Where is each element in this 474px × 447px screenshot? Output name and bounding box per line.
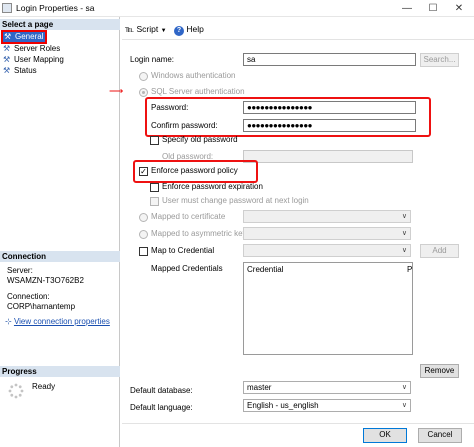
- chevron-down-icon: ∨: [401, 230, 407, 237]
- credential-select[interactable]: ∨: [243, 244, 411, 257]
- windows-auth-radio[interactable]: [139, 72, 148, 81]
- script-button[interactable]: ℡ Script ▼: [125, 24, 167, 37]
- server-label: Server:: [7, 266, 33, 275]
- map-credential-label: Map to Credential: [151, 246, 215, 255]
- chevron-down-icon[interactable]: ▼: [161, 28, 167, 34]
- chevron-down-icon: ∨: [401, 384, 407, 391]
- specify-old-password-label: Specify old password: [162, 135, 238, 144]
- default-database-select[interactable]: master ∨: [243, 381, 411, 394]
- default-language-select[interactable]: English - us_english ∨: [243, 399, 411, 412]
- enforce-policy-checkbox[interactable]: ✓: [139, 167, 148, 176]
- mapped-cert-radio[interactable]: [139, 213, 148, 222]
- page-server-roles[interactable]: ⚒ Server Roles: [3, 43, 60, 54]
- wrench-icon: ⚒: [4, 31, 12, 41]
- search-button[interactable]: Search...: [420, 53, 459, 67]
- certificate-select[interactable]: ∨: [243, 210, 411, 223]
- wrench-icon: ⚒: [3, 43, 11, 53]
- help-button[interactable]: ? Help: [174, 24, 204, 36]
- mapped-credentials-table[interactable]: Credential P: [243, 262, 413, 355]
- specify-old-password-checkbox[interactable]: [150, 136, 159, 145]
- add-button[interactable]: Add: [420, 244, 459, 258]
- connection-value: CORP\harnantemp: [7, 302, 76, 311]
- mapped-asym-radio[interactable]: [139, 230, 148, 239]
- select-page-header: Select a page: [0, 19, 120, 30]
- default-language-label: Default language:: [130, 403, 193, 412]
- page-status[interactable]: ⚒ Status: [3, 65, 37, 76]
- confirm-password-input[interactable]: ●●●●●●●●●●●●●●●: [243, 119, 416, 132]
- chevron-down-icon: ∨: [401, 247, 407, 254]
- progress-header: Progress: [0, 366, 120, 377]
- help-icon: ?: [174, 26, 184, 36]
- divider: [122, 423, 474, 424]
- toolbar: ℡ Script ▼ ? Help: [122, 20, 474, 40]
- chevron-down-icon: ∨: [401, 213, 407, 220]
- confirm-password-label: Confirm password:: [151, 121, 218, 130]
- enforce-expiration-label: Enforce password expiration: [162, 182, 263, 191]
- asymmetric-key-select[interactable]: ∨: [243, 227, 411, 240]
- connection-label: Connection:: [7, 292, 50, 301]
- login-name-input[interactable]: sa: [243, 53, 416, 66]
- windows-auth-label: Windows authentication: [151, 71, 236, 80]
- sql-auth-label: SQL Server authentication: [151, 87, 245, 96]
- wrench-icon: ⚒: [3, 54, 11, 64]
- mapped-asym-label: Mapped to asymmetric key: [151, 229, 247, 238]
- page-user-mapping[interactable]: ⚒ User Mapping: [3, 54, 64, 65]
- must-change-checkbox[interactable]: [150, 197, 159, 206]
- default-database-label: Default database:: [130, 386, 193, 395]
- minimize-button[interactable]: —: [394, 0, 420, 17]
- connection-header: Connection: [0, 251, 120, 262]
- red-arrow-icon: ⟶: [109, 86, 124, 97]
- server-value: WSAMZN-T3O762B2: [7, 276, 84, 285]
- old-password-input[interactable]: [243, 150, 413, 163]
- credential-column-header: Credential: [247, 265, 284, 274]
- script-icon: ℡: [125, 24, 135, 34]
- password-label: Password:: [151, 103, 189, 112]
- progress-status: Ready: [32, 382, 56, 391]
- window-title: Login Properties - sa: [16, 3, 95, 13]
- maximize-button[interactable]: ☐: [420, 0, 446, 17]
- title-bar: Login Properties - sa — ☐ ✕: [0, 0, 474, 17]
- progress-spinner-icon: [8, 383, 24, 399]
- login-name-label: Login name:: [130, 55, 175, 64]
- remove-button[interactable]: Remove: [420, 364, 459, 378]
- mapped-cert-label: Mapped to certificate: [151, 212, 226, 221]
- app-icon: [2, 3, 12, 13]
- password-input[interactable]: ●●●●●●●●●●●●●●●: [243, 101, 416, 114]
- left-pane: Select a page ⚒ General ⚒ Server Roles ⚒ Us…: [0, 17, 120, 447]
- must-change-label: User must change password at next login: [162, 196, 309, 205]
- connection-properties-icon: ⊹: [5, 317, 12, 326]
- provider-column-header: P: [407, 265, 413, 274]
- view-connection-properties[interactable]: ⊹ View connection properties: [5, 317, 110, 327]
- enforce-policy-label: Enforce password policy: [151, 166, 238, 175]
- wrench-icon: ⚒: [3, 65, 11, 75]
- page-general[interactable]: ⚒ General: [1, 30, 48, 44]
- enforce-expiration-checkbox[interactable]: [150, 183, 159, 192]
- cancel-button[interactable]: Cancel: [418, 428, 462, 443]
- ok-button[interactable]: OK: [363, 428, 407, 443]
- sql-auth-radio[interactable]: [139, 88, 148, 97]
- chevron-down-icon: ∨: [401, 402, 407, 409]
- mapped-credentials-label: Mapped Credentials: [151, 264, 223, 273]
- map-credential-checkbox[interactable]: [139, 247, 148, 256]
- close-button[interactable]: ✕: [446, 0, 472, 17]
